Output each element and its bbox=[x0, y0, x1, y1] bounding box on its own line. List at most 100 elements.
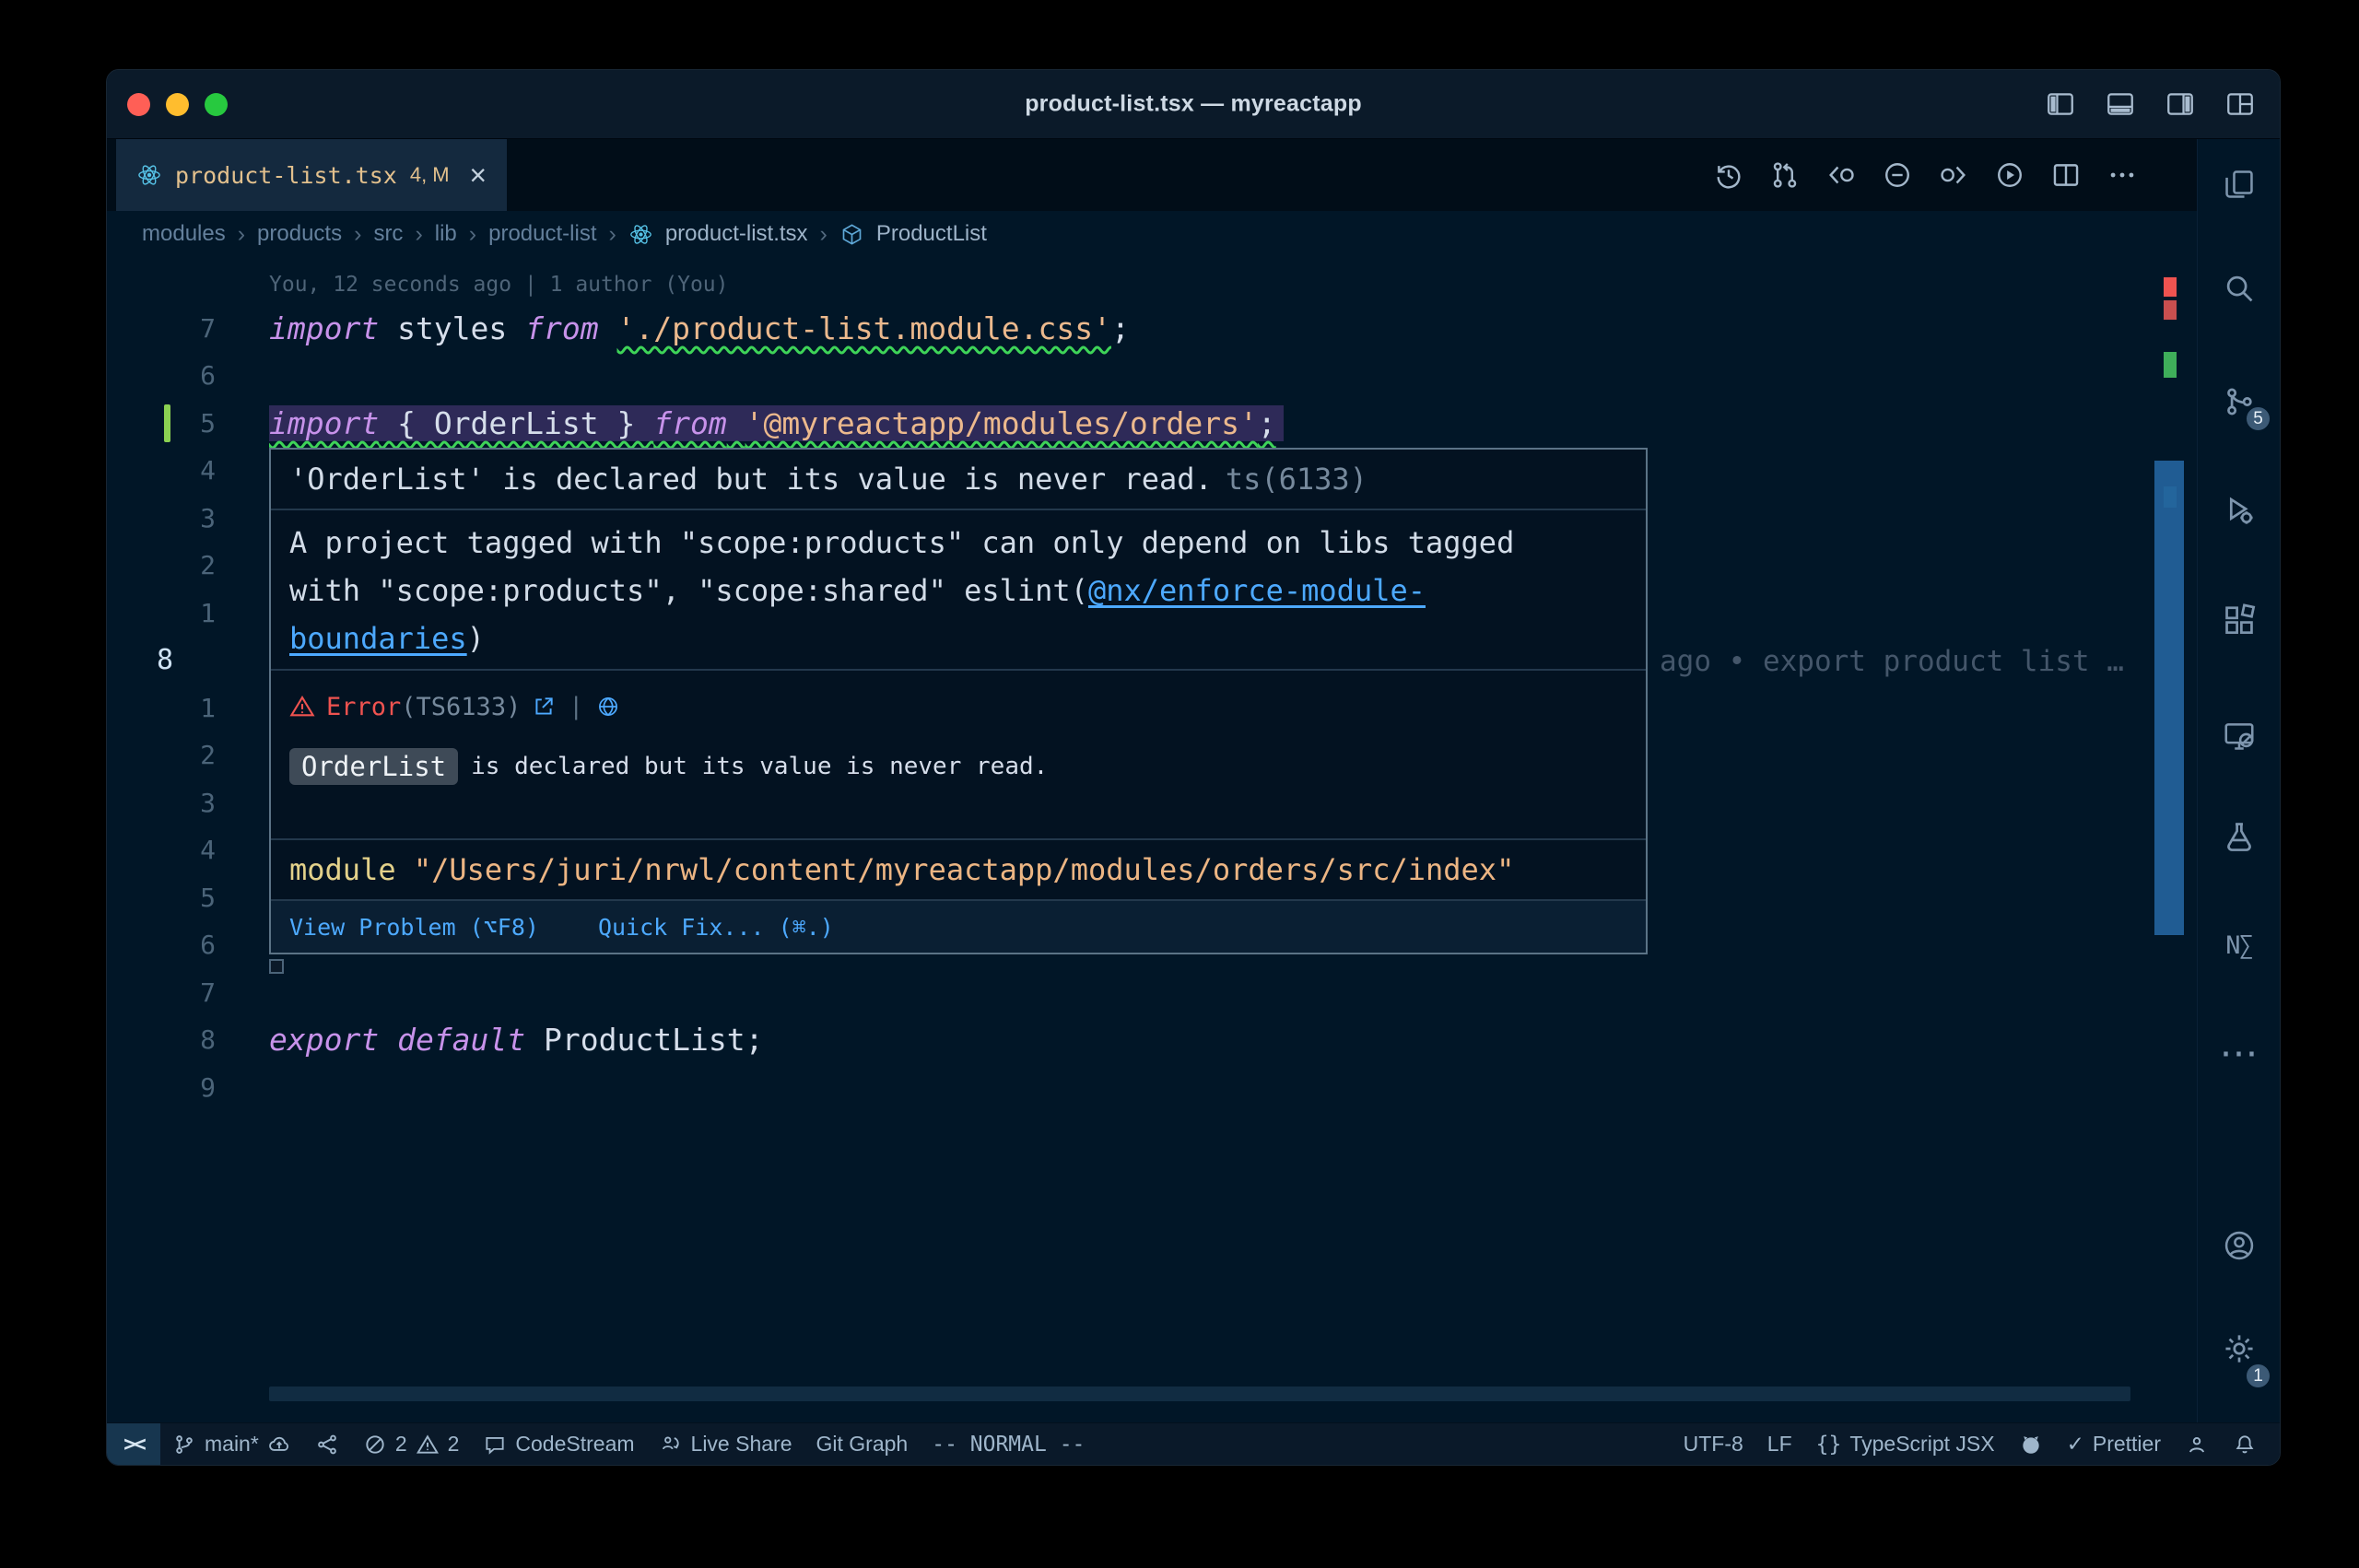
open-docs-icon[interactable] bbox=[532, 695, 556, 719]
more-actions-icon[interactable] bbox=[2107, 159, 2138, 191]
quick-fix-link[interactable]: Quick Fix... (⌘.) bbox=[598, 914, 834, 941]
warnings-count: 2 bbox=[448, 1432, 460, 1457]
breadcrumb-item-file[interactable]: product-list.tsx bbox=[665, 221, 808, 247]
ts-diagnostic-message: 'OrderList' is declared but its value is… bbox=[289, 462, 1213, 497]
live-share-item[interactable]: Live Share bbox=[647, 1423, 804, 1465]
globe-icon[interactable] bbox=[596, 695, 620, 719]
vertical-scrollbar-thumb[interactable] bbox=[2154, 461, 2184, 935]
account-icon[interactable] bbox=[2198, 1220, 2280, 1271]
encoding-item[interactable]: UTF-8 bbox=[1672, 1423, 1755, 1465]
breadcrumb: modules › products › src › lib › product… bbox=[107, 211, 2197, 257]
popup-actions: View Problem (⌥F8) Quick Fix... (⌘.) bbox=[271, 901, 1646, 953]
line-number-gutter: 3 bbox=[107, 495, 245, 543]
status-bar: >< main* 2 2 CodeStream Live Share bbox=[107, 1422, 2280, 1465]
separator-pipe: | bbox=[567, 693, 585, 720]
line-number-gutter: 7 bbox=[107, 969, 245, 1017]
horizontal-scrollbar[interactable] bbox=[269, 1387, 2130, 1401]
code-token: styles bbox=[379, 310, 525, 346]
code-editor[interactable]: You, 12 seconds ago | 1 author (You) 7imp… bbox=[107, 257, 2197, 1422]
layout-customize-icon[interactable] bbox=[2224, 88, 2256, 120]
remote-explorer-icon[interactable] bbox=[2198, 710, 2280, 762]
module-path-section: module "/Users/juri/nrwl/content/myreact… bbox=[271, 840, 1646, 901]
line-number: 3 bbox=[107, 495, 245, 543]
extensions-icon[interactable] bbox=[2198, 595, 2280, 647]
code-row[interactable]: 7 bbox=[107, 969, 2197, 1017]
code-row[interactable]: 6 bbox=[107, 352, 2197, 400]
gitlens-codelens[interactable]: You, 12 seconds ago | 1 author (You) bbox=[269, 273, 729, 297]
open-changes-icon[interactable] bbox=[1882, 159, 1913, 191]
git-compare-icon[interactable] bbox=[1769, 159, 1801, 191]
settings-badge: 1 bbox=[2244, 1362, 2272, 1390]
language-item[interactable]: {} TypeScript JSX bbox=[1804, 1423, 2007, 1465]
eslint-diagnostic-section: A project tagged with "scope:products" c… bbox=[271, 510, 1646, 671]
breadcrumb-item-products[interactable]: products bbox=[257, 221, 342, 247]
feedback-item[interactable] bbox=[2173, 1423, 2221, 1465]
activity-bar: 5 N∑ ⋯ 1 bbox=[2197, 139, 2280, 1422]
zoom-window-button[interactable] bbox=[205, 93, 228, 116]
tab-product-list[interactable]: product-list.tsx 4, M × bbox=[116, 139, 507, 211]
run-debug-icon[interactable] bbox=[2198, 485, 2280, 536]
code-row[interactable]: 8export default ProductList; bbox=[107, 1016, 2197, 1064]
branch-item[interactable]: main* bbox=[160, 1423, 303, 1465]
breadcrumb-item-lib[interactable]: lib bbox=[435, 221, 457, 247]
codelens-row[interactable]: You, 12 seconds ago | 1 author (You) bbox=[107, 257, 2197, 305]
split-editor-icon[interactable] bbox=[2050, 159, 2082, 191]
git-graph-icon-item[interactable] bbox=[303, 1423, 351, 1465]
live-share-icon bbox=[659, 1433, 683, 1457]
breadcrumb-separator: › bbox=[238, 221, 245, 248]
line-number-gutter: 3 bbox=[107, 779, 245, 827]
breadcrumb-item-modules[interactable]: modules bbox=[142, 221, 226, 247]
search-icon[interactable] bbox=[2198, 263, 2280, 314]
git-graph-item[interactable]: Git Graph bbox=[804, 1423, 921, 1465]
overview-error-mark bbox=[2164, 277, 2177, 297]
eslint-rule-link[interactable]: boundaries bbox=[289, 621, 467, 656]
codestream-item[interactable]: CodeStream bbox=[471, 1423, 646, 1465]
breadcrumb-separator: › bbox=[820, 221, 827, 248]
codestream-label: CodeStream bbox=[515, 1432, 634, 1457]
errors-count: 2 bbox=[395, 1432, 407, 1457]
panel-right-icon[interactable] bbox=[2165, 88, 2196, 120]
code-row[interactable]: 5import { OrderList } from '@myreactapp/… bbox=[107, 400, 2197, 448]
notifications-item[interactable] bbox=[2221, 1423, 2269, 1465]
eol-item[interactable]: LF bbox=[1755, 1423, 1804, 1465]
close-window-button[interactable] bbox=[127, 93, 150, 116]
panel-left-icon[interactable] bbox=[2045, 88, 2076, 120]
github-item[interactable] bbox=[2007, 1423, 2055, 1465]
hover-diagnostics-popup: 'OrderList' is declared but its value is… bbox=[269, 448, 1648, 954]
code-row[interactable]: 7import styles from './product-list.modu… bbox=[107, 305, 2197, 353]
minimize-window-button[interactable] bbox=[166, 93, 189, 116]
more-icon[interactable]: ⋯ bbox=[2198, 1027, 2280, 1079]
source-control-badge: 5 bbox=[2244, 404, 2272, 433]
line-number-gutter: 2 bbox=[107, 542, 245, 590]
view-problem-link[interactable]: View Problem (⌥F8) bbox=[289, 914, 539, 941]
errors-icon bbox=[363, 1433, 387, 1457]
breadcrumb-item-product-list[interactable]: product-list bbox=[488, 221, 596, 247]
breadcrumb-item-src[interactable]: src bbox=[373, 221, 403, 247]
eslint-rule-link[interactable]: @nx/enforce-module- bbox=[1088, 573, 1426, 608]
line-number: 4 bbox=[107, 826, 245, 874]
run-icon[interactable] bbox=[1994, 159, 2025, 191]
branch-name: main* bbox=[205, 1432, 259, 1457]
close-tab-icon[interactable]: × bbox=[469, 160, 487, 190]
next-change-icon[interactable] bbox=[1938, 159, 1969, 191]
previous-change-icon[interactable] bbox=[1825, 159, 1857, 191]
encoding-label: UTF-8 bbox=[1684, 1432, 1743, 1457]
remote-indicator[interactable]: >< bbox=[107, 1423, 160, 1465]
code-token: from bbox=[653, 405, 726, 441]
breadcrumb-item-symbol[interactable]: ProductList bbox=[876, 221, 987, 247]
main-area: product-list.tsx 4, M × bbox=[107, 139, 2280, 1422]
vim-mode-item[interactable]: -- NORMAL -- bbox=[920, 1423, 1097, 1465]
files-icon[interactable] bbox=[2198, 158, 2280, 210]
line-number: 9 bbox=[107, 1064, 245, 1112]
code-token: { OrderList } bbox=[379, 405, 653, 441]
code-row[interactable]: 9 bbox=[107, 1064, 2197, 1112]
test-beaker-icon[interactable] bbox=[2198, 811, 2280, 862]
history-icon[interactable] bbox=[1713, 159, 1744, 191]
prettier-item[interactable]: ✓ Prettier bbox=[2055, 1423, 2173, 1465]
line-number-gutter: 6 bbox=[107, 352, 245, 400]
code-token: ; bbox=[1111, 310, 1130, 346]
hover-resize-handle[interactable] bbox=[269, 959, 284, 974]
panel-bottom-icon[interactable] bbox=[2105, 88, 2136, 120]
nx-console-icon[interactable]: N∑ bbox=[2198, 919, 2280, 971]
problems-item[interactable]: 2 2 bbox=[351, 1423, 472, 1465]
